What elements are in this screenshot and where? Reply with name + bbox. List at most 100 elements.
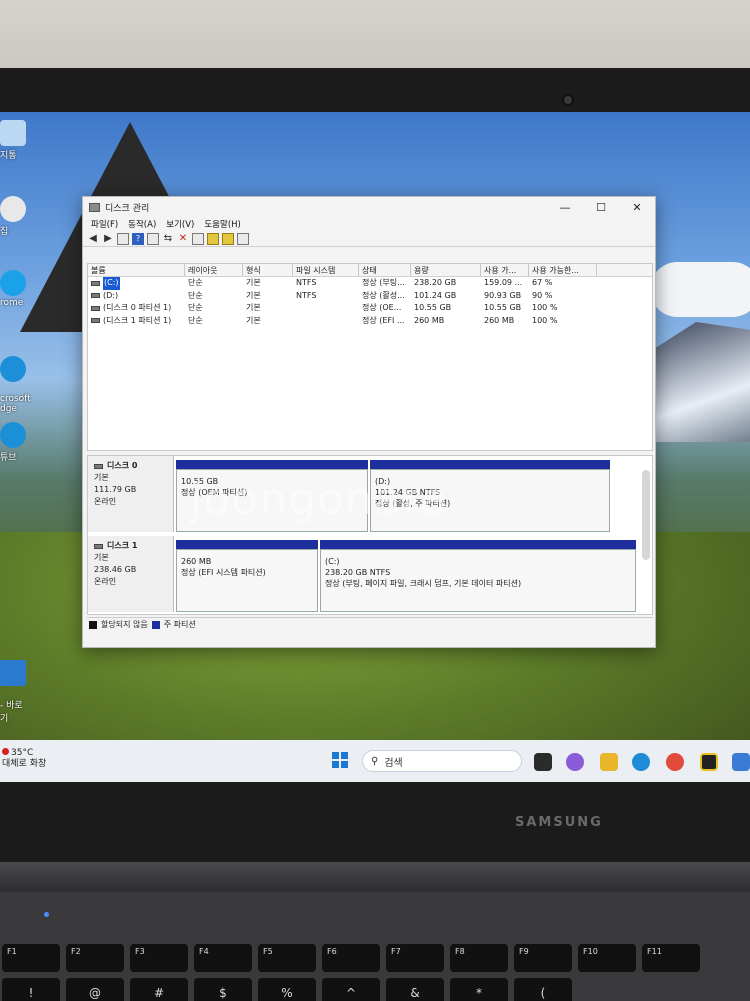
key-f9[interactable]: F9	[514, 944, 572, 972]
layout-cell: 단순	[188, 303, 203, 312]
settings-icon[interactable]	[732, 753, 750, 771]
key-f1[interactable]: F1	[2, 944, 60, 972]
partition-bar	[370, 460, 610, 469]
menu-help[interactable]: 도움말(H)	[204, 218, 240, 230]
task-view-icon[interactable]	[534, 753, 552, 771]
col-status[interactable]: 상태	[359, 264, 411, 276]
col-type[interactable]: 형식	[243, 264, 293, 276]
maximize-button[interactable]: ☐	[583, 197, 619, 217]
vertical-scrollbar[interactable]	[642, 470, 650, 560]
legend: 할당되지 않음 주 파티션	[87, 617, 653, 631]
disk-label[interactable]: 디스크 0 기본 111.79 GB 온라인	[88, 456, 174, 532]
key-f8[interactable]: F8	[450, 944, 508, 972]
photo: 지통 집 rome crosoft dge 튜브 - 바로 기 디스크 관리 —	[0, 0, 750, 1001]
weather-text: 대체로 화창	[2, 759, 47, 769]
taskbar-search[interactable]: ⚲ 검색	[362, 750, 522, 772]
weather-temperature: 35°C	[11, 748, 34, 758]
key-paren[interactable]: (	[514, 978, 572, 1001]
desktop-icon-youtube[interactable]: 튜브	[0, 422, 38, 463]
title-bar[interactable]: 디스크 관리 — ☐ ✕	[83, 197, 655, 217]
key-f7[interactable]: F7	[386, 944, 444, 972]
chrome-icon	[0, 270, 26, 296]
percent-cell: 67 %	[532, 278, 553, 287]
view-icon[interactable]	[237, 232, 249, 245]
key-f2[interactable]: F2	[66, 944, 124, 972]
fs-cell: NTFS	[296, 290, 317, 300]
key-hash[interactable]: #	[130, 978, 188, 1001]
desktop-icon-label: 튜브	[0, 453, 17, 463]
partition-bar	[176, 460, 368, 469]
key-at[interactable]: @	[66, 978, 124, 1001]
disk-label[interactable]: 디스크 1 기본 238.46 GB 온라인	[88, 536, 174, 612]
col-percent-free[interactable]: 사용 가능한...	[529, 264, 597, 276]
key-ampersand[interactable]: &	[386, 978, 444, 1001]
disk-kind: 기본	[94, 473, 109, 482]
toolbar: ◀ ▶ ? ⇆ ✕	[83, 231, 655, 247]
key-asterisk[interactable]: *	[450, 978, 508, 1001]
menu-view[interactable]: 보기(V)	[166, 218, 194, 230]
close-button[interactable]: ✕	[619, 197, 655, 217]
edge-taskbar-icon[interactable]	[632, 753, 650, 771]
key-f6[interactable]: F6	[322, 944, 380, 972]
key-f11[interactable]: F11	[642, 944, 700, 972]
explore-icon[interactable]	[222, 232, 234, 245]
volume-name: (C:)	[103, 277, 120, 290]
delete-icon[interactable]: ✕	[177, 233, 189, 245]
key-dollar[interactable]: $	[194, 978, 252, 1001]
type-cell: 기본	[246, 278, 261, 287]
file-explorer-icon[interactable]	[600, 753, 618, 771]
volume-icon	[91, 280, 100, 286]
table-row[interactable]: (디스크 1 파티션 1) 단순 기본 정상 (EFI ... 260 MB 2…	[88, 315, 652, 328]
back-icon[interactable]: ◀	[87, 233, 99, 245]
percent-cell: 100 %	[532, 303, 558, 312]
properties-icon[interactable]	[147, 232, 159, 245]
open-icon[interactable]	[207, 232, 219, 245]
key-f4[interactable]: F4	[194, 944, 252, 972]
desktop-icon-shortcut[interactable]: - 바로 기	[0, 650, 38, 724]
desktop-icon-recycle-bin[interactable]: 지통	[0, 120, 38, 161]
col-capacity[interactable]: 용량	[411, 264, 481, 276]
edge-icon	[0, 356, 26, 382]
recycle-bin-icon	[0, 120, 26, 146]
console-tree-icon[interactable]	[117, 232, 129, 245]
col-filesystem[interactable]: 파일 시스템	[293, 264, 359, 276]
desktop-icon-label: rome	[0, 298, 24, 308]
forward-icon[interactable]: ▶	[102, 233, 114, 245]
status-cell: 정상 (OE...	[362, 303, 402, 312]
menu-action[interactable]: 동작(A)	[128, 218, 156, 230]
key-f5[interactable]: F5	[258, 944, 316, 972]
col-layout[interactable]: 레이아웃	[185, 264, 243, 276]
key-exclamation[interactable]: !	[2, 978, 60, 1001]
table-row[interactable]: (C:) 단순 기본 NTFS 정상 (부팅... 238.20 GB 159.…	[88, 277, 652, 290]
desktop-icon-label: - 바로 기	[0, 701, 23, 724]
weather-badge-icon	[2, 748, 9, 755]
free-cell: 260 MB	[484, 315, 515, 325]
chrome-taskbar-icon[interactable]	[666, 753, 684, 771]
start-button[interactable]	[332, 752, 348, 768]
copilot-icon[interactable]	[566, 753, 584, 771]
help-icon[interactable]: ?	[132, 232, 144, 245]
table-row[interactable]: (디스크 0 파티션 1) 단순 기본 정상 (OE... 10.55 GB 1…	[88, 302, 652, 315]
table-row[interactable]: (D:) 단순 기본 NTFS 정상 (활성... 101.24 GB 90.9…	[88, 290, 652, 303]
desktop-icon-chrome[interactable]: rome	[0, 270, 38, 308]
key-caret[interactable]: ^	[322, 978, 380, 1001]
partition-efi[interactable]: 260 MB 정상 (EFI 시스템 파티션)	[176, 540, 318, 612]
menu-file[interactable]: 파일(F)	[91, 218, 118, 230]
minimize-button[interactable]: —	[547, 197, 583, 217]
col-free[interactable]: 사용 가...	[481, 264, 529, 276]
col-volume[interactable]: 볼륨	[88, 264, 185, 276]
key-f10[interactable]: F10	[578, 944, 636, 972]
search-placeholder: 검색	[384, 757, 403, 769]
snowy-mountain	[640, 322, 750, 442]
key-f3[interactable]: F3	[130, 944, 188, 972]
desktop-icon-folder[interactable]: 집	[0, 196, 38, 237]
fs-cell	[293, 315, 359, 328]
partition-c[interactable]: (C:) 238.20 GB NTFS 정상 (부팅, 페이지 파일, 크래시 …	[320, 540, 636, 612]
check-icon[interactable]	[192, 232, 204, 245]
desktop-icon-edge[interactable]: crosoft dge	[0, 346, 38, 414]
connect-icon[interactable]: ⇆	[162, 233, 174, 245]
key-percent[interactable]: %	[258, 978, 316, 1001]
sticky-notes-icon[interactable]	[700, 753, 718, 771]
disk-state: 온라인	[94, 577, 117, 586]
weather-widget[interactable]: 35°C 대체로 화창	[2, 748, 46, 770]
